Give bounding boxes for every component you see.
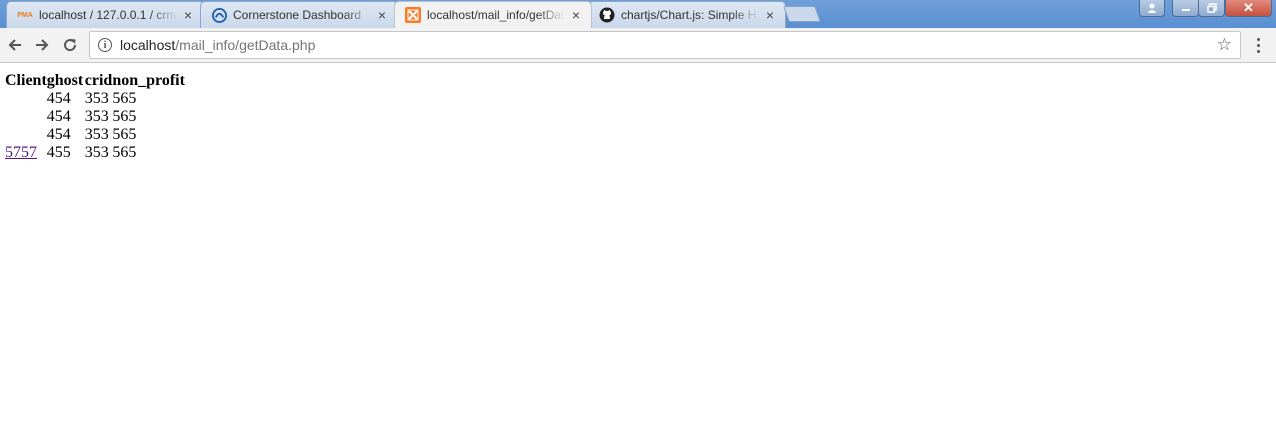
xampp-icon bbox=[405, 7, 421, 23]
tab-getdata[interactable]: localhost/mail_info/getData.php × bbox=[394, 1, 592, 28]
arrow-left-icon bbox=[8, 39, 21, 51]
tab-phpmyadmin[interactable]: PMA localhost / 127.0.0.1 / crm × bbox=[6, 1, 204, 28]
crid-cell: 353 bbox=[84, 126, 109, 143]
menu-dots-icon[interactable] bbox=[1250, 34, 1266, 56]
crid-cell: 353 bbox=[84, 108, 109, 125]
reload-icon bbox=[64, 39, 77, 52]
non-profit-cell: 565 bbox=[112, 90, 137, 107]
new-tab-button[interactable] bbox=[783, 6, 821, 22]
url-host: localhost bbox=[120, 37, 176, 53]
ghost-cell: 454 bbox=[46, 90, 71, 107]
tab-title: localhost / 127.0.0.1 / crm bbox=[39, 8, 177, 22]
table-row: 454 353 565 bbox=[5, 108, 185, 126]
table-row: 5757 455 353 565 bbox=[5, 144, 185, 162]
client-cell: 5757 bbox=[5, 144, 47, 162]
close-tab-icon[interactable]: × bbox=[569, 8, 583, 22]
back-button[interactable] bbox=[4, 34, 26, 56]
page-content: Client ghost crid non_profit 454 353 565… bbox=[0, 64, 1276, 423]
close-window-button[interactable]: ✕ bbox=[1225, 0, 1272, 17]
info-icon[interactable]: i bbox=[98, 38, 112, 52]
ghost-cell: 455 bbox=[46, 144, 71, 161]
non-profit-cell: 565 bbox=[112, 126, 137, 143]
phpmyadmin-icon-text: PMA bbox=[17, 11, 33, 19]
tab-cornerstone[interactable]: Cornerstone Dashboard × bbox=[200, 1, 398, 28]
bookmark-star-icon[interactable]: ☆ bbox=[1217, 35, 1232, 55]
tab-title: Cornerstone Dashboard bbox=[233, 8, 362, 22]
browser-toolbar: i localhost/mail_info/getData.php ☆ bbox=[0, 28, 1276, 63]
tab-title: localhost/mail_info/getData.php bbox=[427, 8, 565, 22]
column-header: Client bbox=[5, 72, 47, 89]
table-row: 454 353 565 bbox=[5, 90, 185, 108]
user-icon bbox=[1147, 3, 1157, 13]
profile-button[interactable] bbox=[1139, 0, 1165, 17]
cornerstone-icon bbox=[211, 7, 227, 23]
data-table: Client ghost crid non_profit 454 353 565… bbox=[5, 72, 185, 162]
github-icon bbox=[599, 7, 615, 23]
column-header: ghost bbox=[46, 72, 84, 89]
column-header: non_profit bbox=[112, 72, 185, 89]
address-bar[interactable]: i localhost/mail_info/getData.php ☆ bbox=[89, 31, 1241, 59]
restore-button[interactable] bbox=[1198, 0, 1225, 17]
client-cell bbox=[5, 108, 47, 126]
reload-button[interactable] bbox=[59, 34, 81, 56]
client-cell bbox=[5, 90, 47, 108]
table-header-row: Client ghost crid non_profit bbox=[5, 72, 185, 90]
crid-cell: 353 bbox=[84, 90, 109, 107]
close-tab-icon[interactable]: × bbox=[181, 8, 195, 22]
ghost-cell: 454 bbox=[46, 108, 71, 125]
ghost-cell: 454 bbox=[46, 126, 71, 143]
non-profit-cell: 565 bbox=[112, 144, 137, 161]
client-link[interactable]: 5757 bbox=[5, 144, 37, 161]
phpmyadmin-icon: PMA bbox=[17, 7, 33, 23]
close-tab-icon[interactable]: × bbox=[375, 8, 389, 22]
forward-button[interactable] bbox=[31, 34, 53, 56]
crid-cell: 353 bbox=[84, 144, 109, 161]
tab-title: chartjs/Chart.js: Simple HTML5 Charts bbox=[621, 8, 759, 22]
arrow-right-icon bbox=[36, 39, 49, 51]
restore-icon bbox=[1206, 3, 1217, 13]
url-path: /mail_info/getData.php bbox=[175, 37, 316, 53]
table-row: 454 353 565 bbox=[5, 126, 185, 144]
tab-chartjs-github[interactable]: chartjs/Chart.js: Simple HTML5 Charts × bbox=[588, 1, 786, 28]
minimize-button[interactable] bbox=[1172, 0, 1199, 17]
close-icon: ✕ bbox=[1243, 0, 1254, 15]
tab-strip: PMA localhost / 127.0.0.1 / crm × Corner… bbox=[0, 0, 1276, 28]
non-profit-cell: 565 bbox=[112, 108, 137, 125]
url-text[interactable]: localhost/mail_info/getData.php bbox=[120, 37, 315, 53]
minimize-icon bbox=[1181, 9, 1190, 11]
column-header: crid bbox=[84, 72, 113, 89]
close-tab-icon[interactable]: × bbox=[763, 8, 777, 22]
client-cell bbox=[5, 126, 47, 144]
